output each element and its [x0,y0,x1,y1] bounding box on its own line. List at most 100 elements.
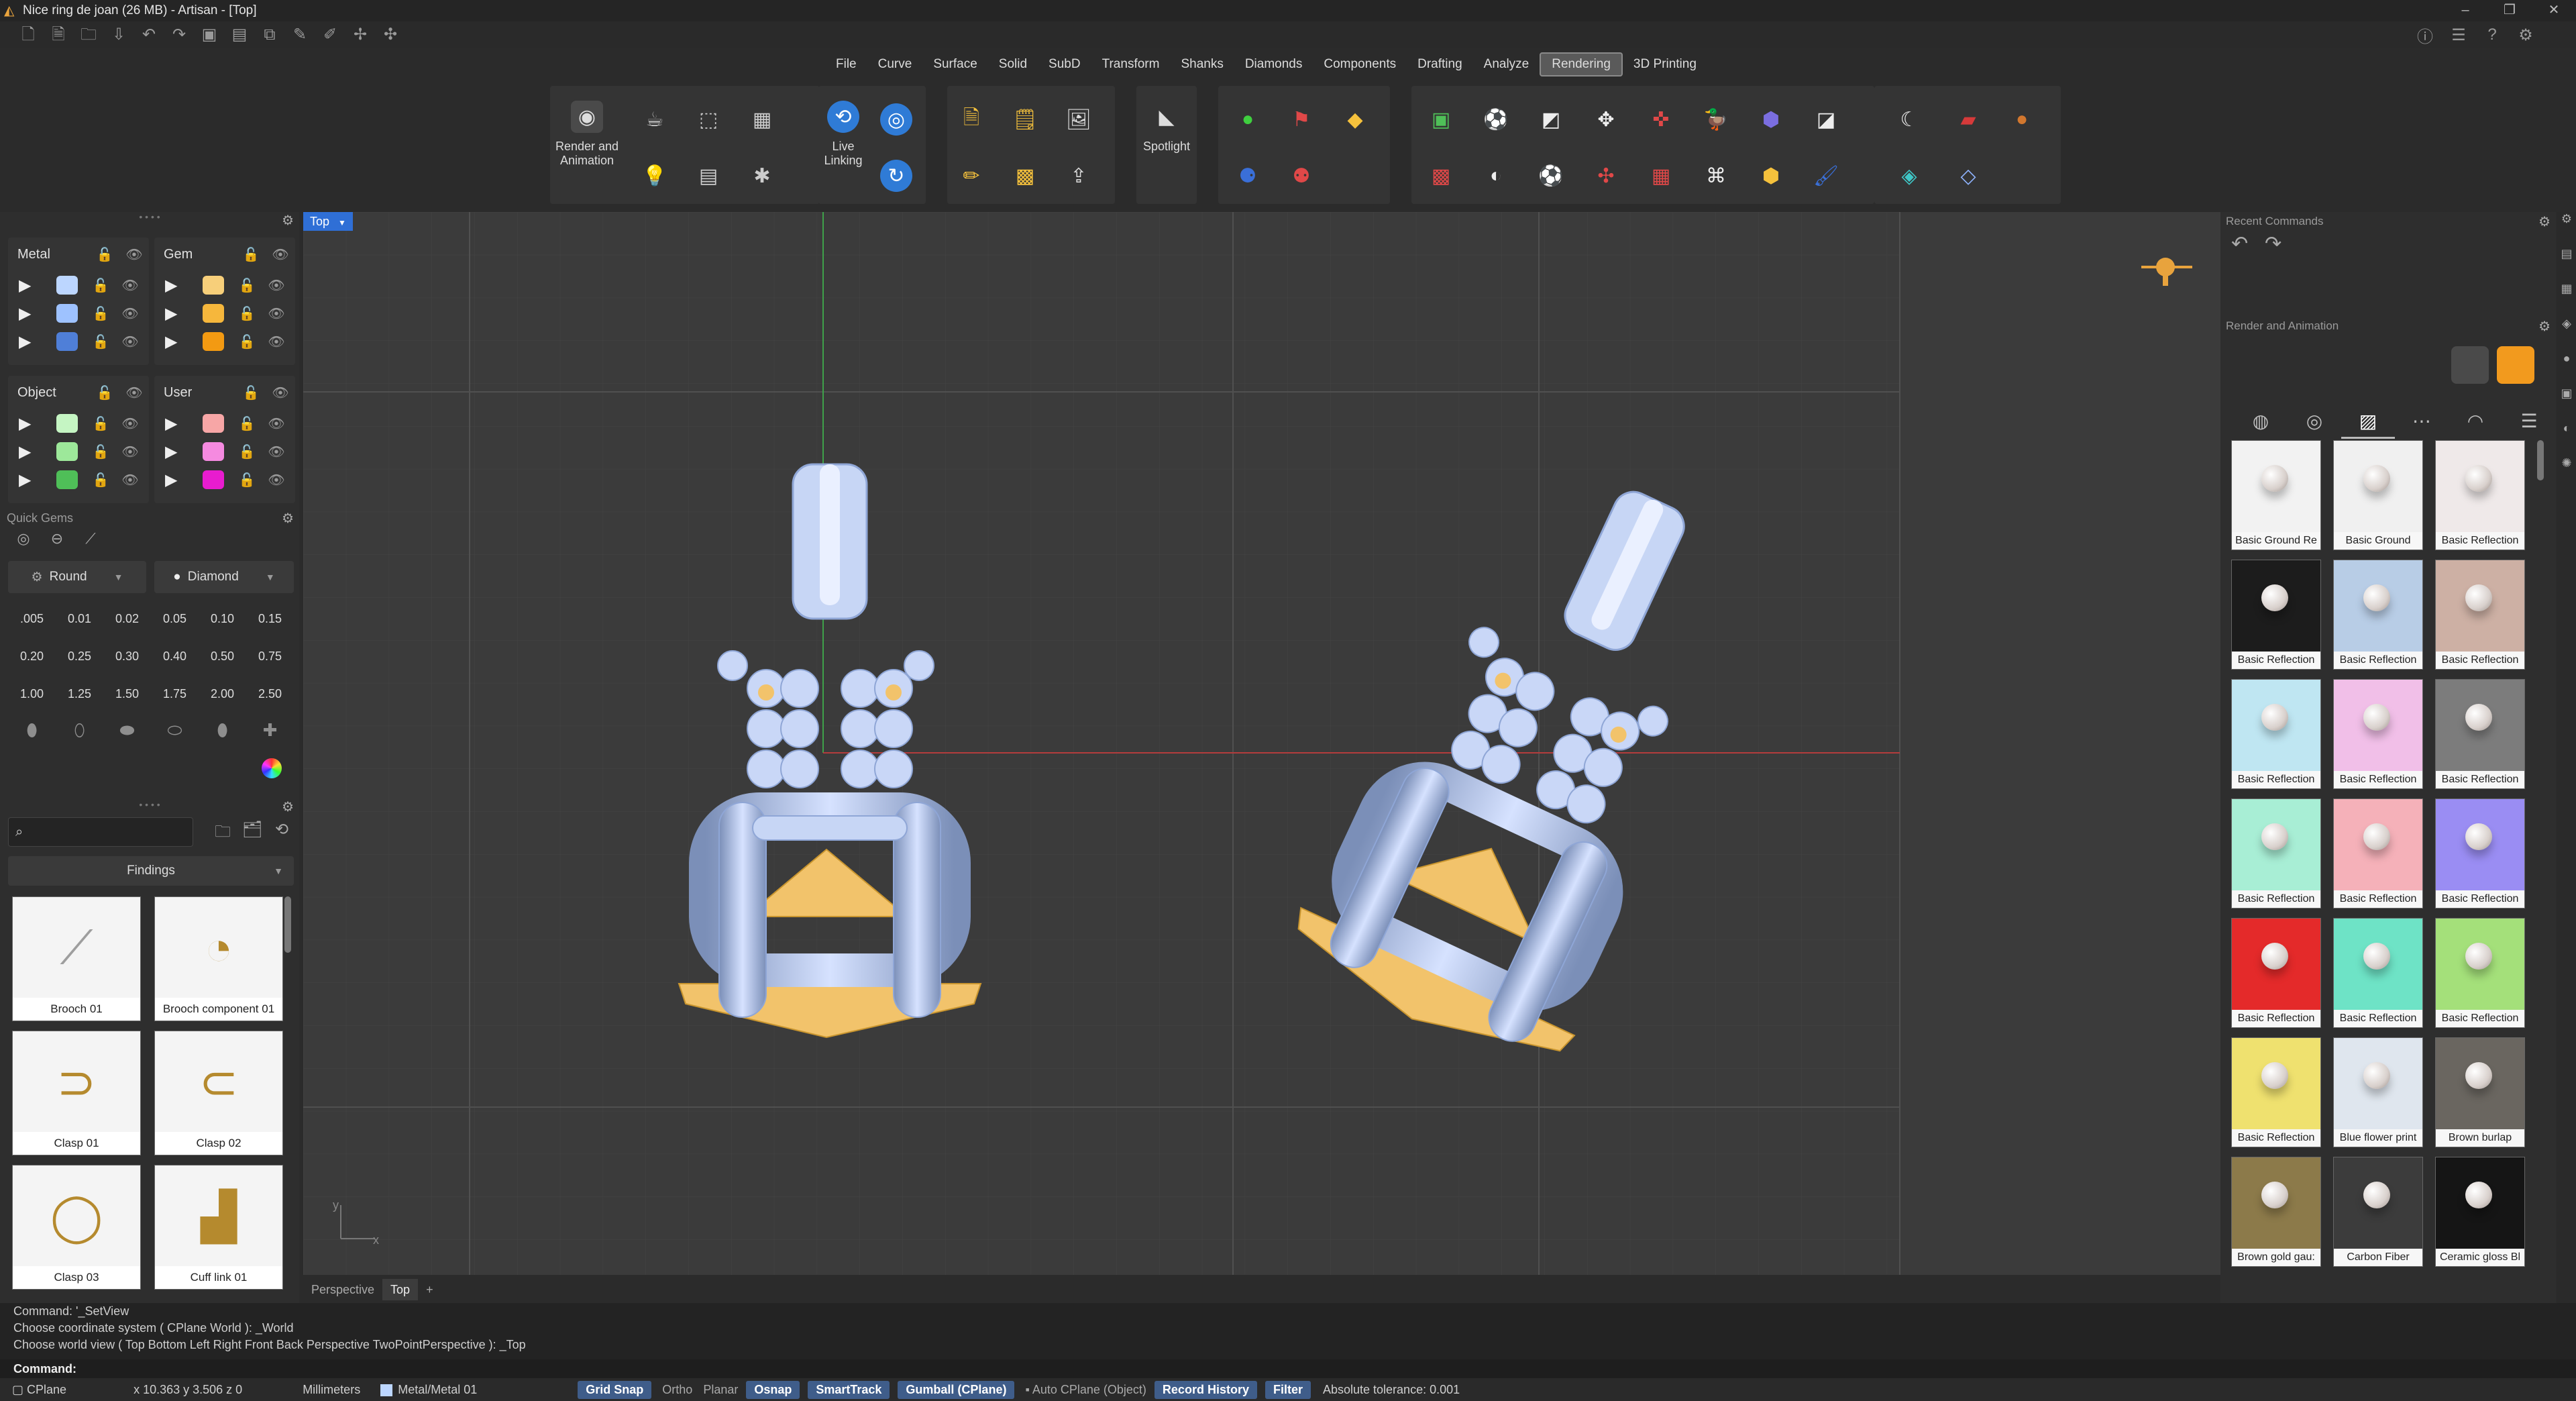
doc-button-6[interactable]: ⇪ [1055,149,1103,203]
new-template-icon[interactable]: 🗎 [48,24,69,46]
texture-button-5[interactable]: ✜ [1637,93,1685,146]
layer-row[interactable]: ▶ 🔓 👁 [154,327,295,356]
gem-size-button[interactable]: 0.75 [246,637,294,675]
eye-icon[interactable]: 👁 [119,384,149,401]
play-icon[interactable]: ▶ [19,276,56,295]
gem-size-button[interactable]: 0.15 [246,600,294,637]
render-window-button[interactable]: ▦ [738,93,786,146]
record-history-toggle[interactable]: Record History [1154,1380,1257,1399]
gem-size-button[interactable]: 1.00 [8,675,56,713]
layers-panel-icon[interactable]: ▤ [2557,247,2576,282]
filter-toggle[interactable]: Filter [1265,1380,1311,1399]
lights-button[interactable]: 💡 [631,149,679,203]
lock-icon[interactable]: 🔓 [86,277,115,294]
oval-cut-icon[interactable]: ⬯ [56,711,103,749]
library-item[interactable]: ⟋ Brooch 01 [12,896,141,1021]
gem-size-button[interactable]: 0.05 [151,600,199,637]
lock-icon[interactable]: 🔓 [232,333,262,350]
material-thumbnail[interactable]: Basic Reflection [2333,560,2423,670]
spotlight-button[interactable]: ◣ Spotlight [1136,86,1197,200]
display-panel-icon[interactable]: ◐ [2557,421,2576,456]
render-gear-icon[interactable]: ⚙ [2538,318,2551,335]
lock-icon[interactable]: 🔓 [232,305,262,322]
pear-cut-icon[interactable]: ⬭ [151,711,199,749]
heart-cut-icon[interactable]: ⬮ [199,711,246,749]
menu-transform[interactable]: Transform [1091,52,1171,76]
play-icon[interactable]: ▶ [165,332,203,352]
material-thumbnail[interactable]: Carbon Fiber [2333,1157,2423,1267]
texture-button-7[interactable]: ⬢ [1747,93,1795,146]
folder-settings-icon[interactable]: 🗂 [237,820,267,847]
lock-icon[interactable]: 🔓 [232,277,262,294]
gem-shape-dropdown[interactable]: ⚙ Round ▼ [8,561,146,593]
gem-size-button[interactable]: 0.30 [103,637,151,675]
add-folder-icon[interactable]: 🗀 [208,820,237,847]
layer-row[interactable]: ▶ 🔓 👁 [8,409,149,437]
play-icon[interactable]: ▶ [165,414,203,433]
save-as-icon[interactable]: ▤ [229,24,250,46]
grid-snap-toggle[interactable]: Grid Snap [578,1380,652,1399]
library-item[interactable]: ⊂ Clasp 02 [154,1031,283,1155]
osnap-toggle[interactable]: Osnap [746,1380,800,1399]
color-swatch[interactable] [56,304,78,323]
gem-size-button[interactable]: 2.00 [199,675,246,713]
menu-file[interactable]: File [825,52,867,76]
eye-icon[interactable]: 👁 [262,472,291,488]
menu-subd[interactable]: SubD [1038,52,1091,76]
lock-icon[interactable]: 🔓 [86,305,115,322]
menu-drafting[interactable]: Drafting [1407,52,1473,76]
auto-cplane-toggle[interactable]: ▪ Auto CPlane (Object) [1025,1383,1146,1397]
library-search[interactable]: ⌕ [8,817,193,847]
viewport-canvas[interactable]: y x [303,212,2220,1275]
material-scrollbar[interactable] [2537,440,2544,480]
material-thumbnail[interactable]: Basic Reflection [2435,918,2525,1028]
color-swatch[interactable] [56,414,78,433]
material-thumbnail[interactable]: Brown gold gau: [2231,1157,2321,1267]
units-label[interactable]: Millimeters [303,1383,360,1397]
layer-row[interactable]: ▶ 🔓 👁 [8,327,149,356]
material-thumbnail[interactable]: Basic Reflection [2435,560,2525,670]
color-swatch[interactable] [203,442,224,461]
texture-button-2[interactable]: ⚽ [1472,93,1520,146]
gem-size-button[interactable]: 0.10 [199,600,246,637]
library-panel-icon[interactable]: ▣ [2557,386,2576,421]
layer-row[interactable]: ▶ 🔓 👁 [154,299,295,327]
menu-analyze[interactable]: Analyze [1473,52,1540,76]
help-icon[interactable]: ? [2475,25,2509,44]
gem-size-button[interactable]: 0.01 [56,600,103,637]
render-scene-icon[interactable]: ◍ [2234,404,2288,439]
eye-icon[interactable]: 👁 [262,305,291,322]
texture-button-1[interactable]: ▣ [1417,93,1465,146]
info-icon[interactable]: ⓘ [2408,23,2442,47]
misc-button-4[interactable]: ● [1998,93,2046,146]
play-icon[interactable]: ▶ [19,470,56,490]
layer-row[interactable]: ▶ 🔓 👁 [8,437,149,466]
play-icon[interactable]: ▶ [19,332,56,352]
material-thumbnail[interactable]: Basic Reflection [2435,440,2525,550]
smarttrack-toggle[interactable]: SmartTrack [808,1380,890,1399]
color-swatch[interactable] [203,470,224,489]
texture-button-3[interactable]: ◩ [1527,93,1575,146]
eye-icon[interactable]: 👁 [262,333,291,350]
snap-icon[interactable]: ✢ [350,24,371,46]
doc-button-4[interactable]: ✏ [947,149,996,203]
layers-icon[interactable]: ☰ [2442,25,2475,45]
cushion-cut-icon[interactable]: ⬬ [103,711,151,749]
gem-place-icon[interactable]: ◎ [7,530,40,549]
material-button-1[interactable]: ● [1224,93,1272,146]
cplane-label[interactable]: ▢ CPlane [12,1383,66,1397]
eye-icon[interactable]: 👁 [266,246,295,263]
quick-gems-gear-icon[interactable]: ⚙ [282,510,294,527]
render-preview-button[interactable] [2451,346,2489,384]
render-settings-icon[interactable]: ☰ [2502,404,2556,439]
material-thumbnail[interactable]: Ceramic gloss Bl [2435,1157,2525,1267]
material-thumbnail[interactable]: Basic Reflection [2333,679,2423,789]
ortho-toggle[interactable]: Ortho [662,1383,692,1397]
layer-row[interactable]: ▶ 🔓 👁 [8,466,149,494]
refresh-button[interactable]: ↻ [872,149,920,203]
redo-icon[interactable]: ↷ [168,24,190,46]
color-swatch[interactable] [56,332,78,351]
library-item[interactable]: ◔ Brooch component 01 [154,896,283,1021]
material-panel-icon[interactable]: ● [2557,352,2576,386]
library-item[interactable]: ◯ Clasp 03 [12,1165,141,1290]
